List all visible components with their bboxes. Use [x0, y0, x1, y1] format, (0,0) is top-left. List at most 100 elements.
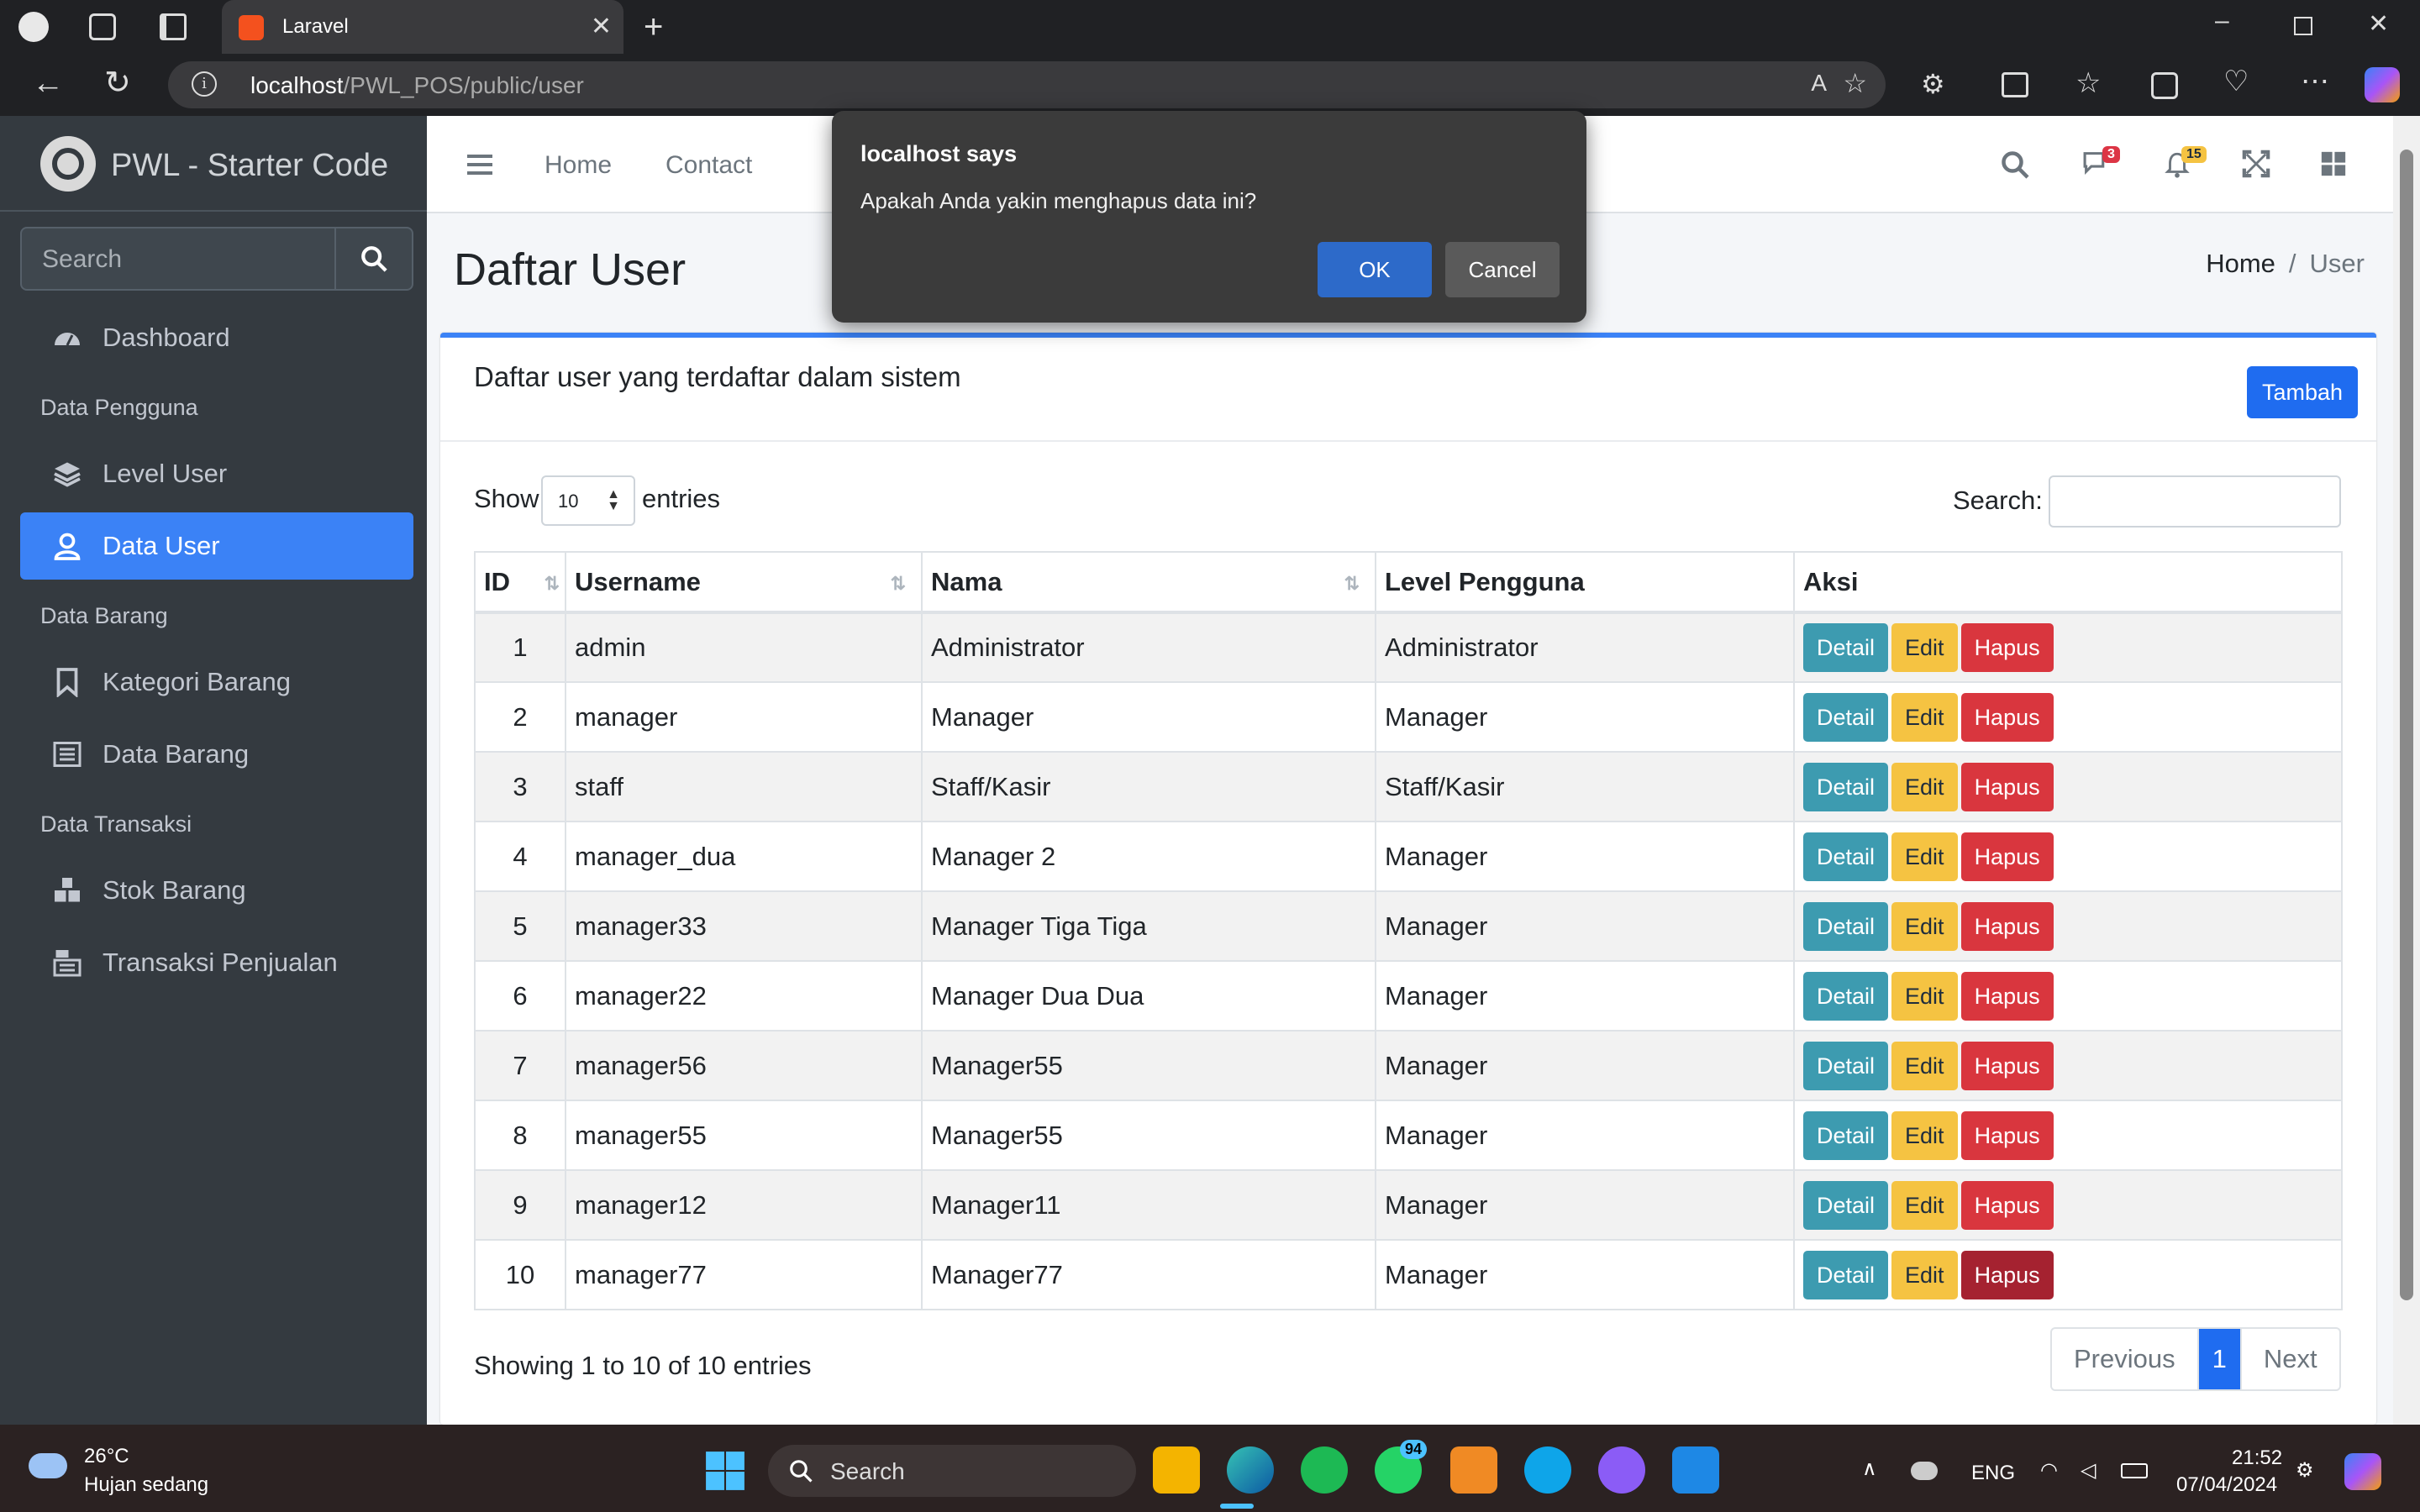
fullscreen-icon[interactable] [2242, 150, 2270, 178]
windows-start-icon[interactable] [704, 1450, 746, 1492]
sidebar-item-stok-barang[interactable]: Stok Barang [20, 857, 413, 924]
copilot-icon[interactable] [2365, 67, 2400, 102]
detail-button[interactable]: Detail [1803, 832, 1889, 881]
minimize-icon[interactable]: – [2215, 8, 2229, 34]
collections-icon[interactable] [2151, 72, 2178, 99]
edit-button[interactable]: Edit [1891, 692, 1958, 742]
browser-tab[interactable]: Laravel ✕ [222, 0, 623, 54]
delete-button[interactable]: Hapus [1960, 1110, 2054, 1160]
menu-toggle-icon[interactable] [467, 155, 492, 175]
file-explorer-icon[interactable] [1153, 1446, 1200, 1494]
detail-button[interactable]: Detail [1803, 692, 1889, 742]
brand-link[interactable]: PWL - Starter Code [0, 116, 427, 212]
split-screen-icon[interactable] [2002, 72, 2028, 97]
battery-icon[interactable] [2121, 1463, 2148, 1478]
delete-button[interactable]: Hapus [1960, 762, 2054, 811]
pdf-app-icon[interactable] [1450, 1446, 1497, 1494]
github-desktop-icon[interactable] [1598, 1446, 1645, 1494]
workspaces-icon[interactable] [89, 13, 116, 40]
scrollbar-thumb[interactable] [2400, 150, 2413, 1300]
health-icon[interactable]: ♡ [2223, 67, 2249, 96]
column-header-id[interactable]: ID ⇅ [474, 551, 566, 614]
edit-button[interactable]: Edit [1891, 832, 1958, 881]
page-scrollbar[interactable] [2393, 116, 2420, 1425]
volume-icon[interactable]: ◁ [2081, 1458, 2096, 1483]
pagination-next[interactable]: Next [2242, 1329, 2339, 1389]
back-icon[interactable]: ← [32, 67, 64, 99]
delete-button[interactable]: Hapus [1960, 623, 2054, 672]
restore-icon[interactable] [2294, 17, 2312, 35]
sidebar-item-kategori-barang[interactable]: Kategori Barang [20, 648, 413, 716]
messages-button[interactable]: 3 [2081, 146, 2120, 180]
extensions-icon[interactable]: ⚙ [1921, 71, 1945, 97]
read-aloud-icon[interactable]: A [1811, 71, 1827, 95]
notifications-button[interactable]: 15 [2163, 146, 2207, 180]
detail-button[interactable]: Detail [1803, 1041, 1889, 1090]
address-bar[interactable]: i localhost/PWL_POS/public/user A ☆ [168, 61, 1886, 108]
edit-button[interactable]: Edit [1891, 901, 1958, 951]
detail-button[interactable]: Detail [1803, 1180, 1889, 1230]
navbar-search-icon[interactable] [2000, 150, 2030, 180]
tab-actions-icon[interactable] [160, 13, 187, 40]
edit-button[interactable]: Edit [1891, 623, 1958, 672]
whatsapp-icon[interactable]: 94 [1375, 1440, 1428, 1494]
sidebar-item-data-barang[interactable]: Data Barang [20, 721, 413, 788]
delete-button[interactable]: Hapus [1960, 1180, 2054, 1230]
delete-button[interactable]: Hapus [1960, 1041, 2054, 1090]
detail-button[interactable]: Detail [1803, 971, 1889, 1021]
refresh-icon[interactable]: ↻ [104, 67, 131, 99]
favorite-star-icon[interactable]: ☆ [1843, 70, 1867, 97]
favorites-icon[interactable]: ☆ [2075, 69, 2101, 97]
vscode-icon[interactable] [1672, 1446, 1719, 1494]
edit-button[interactable]: Edit [1891, 1110, 1958, 1160]
site-info-icon[interactable]: i [192, 71, 217, 97]
detail-button[interactable]: Detail [1803, 1250, 1889, 1299]
delete-button[interactable]: Hapus [1960, 901, 2054, 951]
sidebar-item-level-user[interactable]: Level User [20, 440, 413, 507]
url-text[interactable]: localhost/PWL_POS/public/user [250, 72, 584, 99]
delete-button[interactable]: Hapus [1960, 832, 2054, 881]
close-tab-icon[interactable]: ✕ [591, 12, 612, 41]
dialog-ok-button[interactable]: OK [1318, 242, 1432, 297]
onedrive-icon[interactable] [1911, 1462, 1938, 1480]
detail-button[interactable]: Detail [1803, 1110, 1889, 1160]
edge-browser-icon[interactable] [1227, 1446, 1274, 1494]
detail-button[interactable]: Detail [1803, 623, 1889, 672]
sidebar-search[interactable]: Search [20, 227, 413, 291]
pagination-page-1[interactable]: 1 [2196, 1329, 2242, 1389]
column-header-nama[interactable]: Nama ⇅ [921, 551, 1376, 614]
clock-date[interactable]: 07/04/2024 [2176, 1473, 2277, 1497]
pagination-previous[interactable]: Previous [2052, 1329, 2197, 1389]
sidebar-item-transaksi-penjualan[interactable]: Transaksi Penjualan [20, 929, 413, 996]
copilot-taskbar-icon[interactable] [2344, 1453, 2381, 1490]
profile-icon[interactable] [18, 12, 49, 42]
close-window-icon[interactable]: ✕ [2368, 12, 2389, 37]
delete-button[interactable]: Hapus [1960, 1250, 2054, 1299]
language-indicator[interactable]: ENG [1971, 1462, 2015, 1485]
control-sidebar-icon[interactable] [2319, 150, 2348, 178]
sidebar-search-input[interactable]: Search [42, 245, 122, 274]
tray-overflow-icon[interactable]: ∧ [1862, 1457, 1877, 1481]
clock-time[interactable]: 21:52 [2232, 1446, 2282, 1470]
page-length-select[interactable]: 10 ▲ ▼ [541, 475, 635, 526]
mysql-workbench-icon[interactable] [1524, 1446, 1571, 1494]
sidebar-item-data-user[interactable]: Data User [20, 512, 413, 580]
detail-button[interactable]: Detail [1803, 762, 1889, 811]
table-search-input[interactable] [2049, 475, 2341, 528]
nav-contact[interactable]: Contact [666, 151, 752, 180]
sidebar-search-button[interactable] [334, 228, 412, 289]
dialog-cancel-button[interactable]: Cancel [1445, 242, 1560, 297]
taskbar-search[interactable]: Search [768, 1445, 1136, 1497]
delete-button[interactable]: Hapus [1960, 971, 2054, 1021]
edit-button[interactable]: Edit [1891, 1041, 1958, 1090]
sidebar-item-dashboard[interactable]: Dashboard [20, 304, 413, 371]
edit-button[interactable]: Edit [1891, 971, 1958, 1021]
edit-button[interactable]: Edit [1891, 1250, 1958, 1299]
wifi-icon[interactable]: ◠ [2040, 1458, 2058, 1483]
breadcrumb-home[interactable]: Home [2206, 249, 2275, 278]
delete-button[interactable]: Hapus [1960, 692, 2054, 742]
new-tab-icon[interactable]: + [644, 10, 663, 44]
column-header-username[interactable]: Username ⇅ [565, 551, 923, 614]
edit-button[interactable]: Edit [1891, 1180, 1958, 1230]
notification-center-icon[interactable]: ⚙ [2296, 1458, 2314, 1483]
